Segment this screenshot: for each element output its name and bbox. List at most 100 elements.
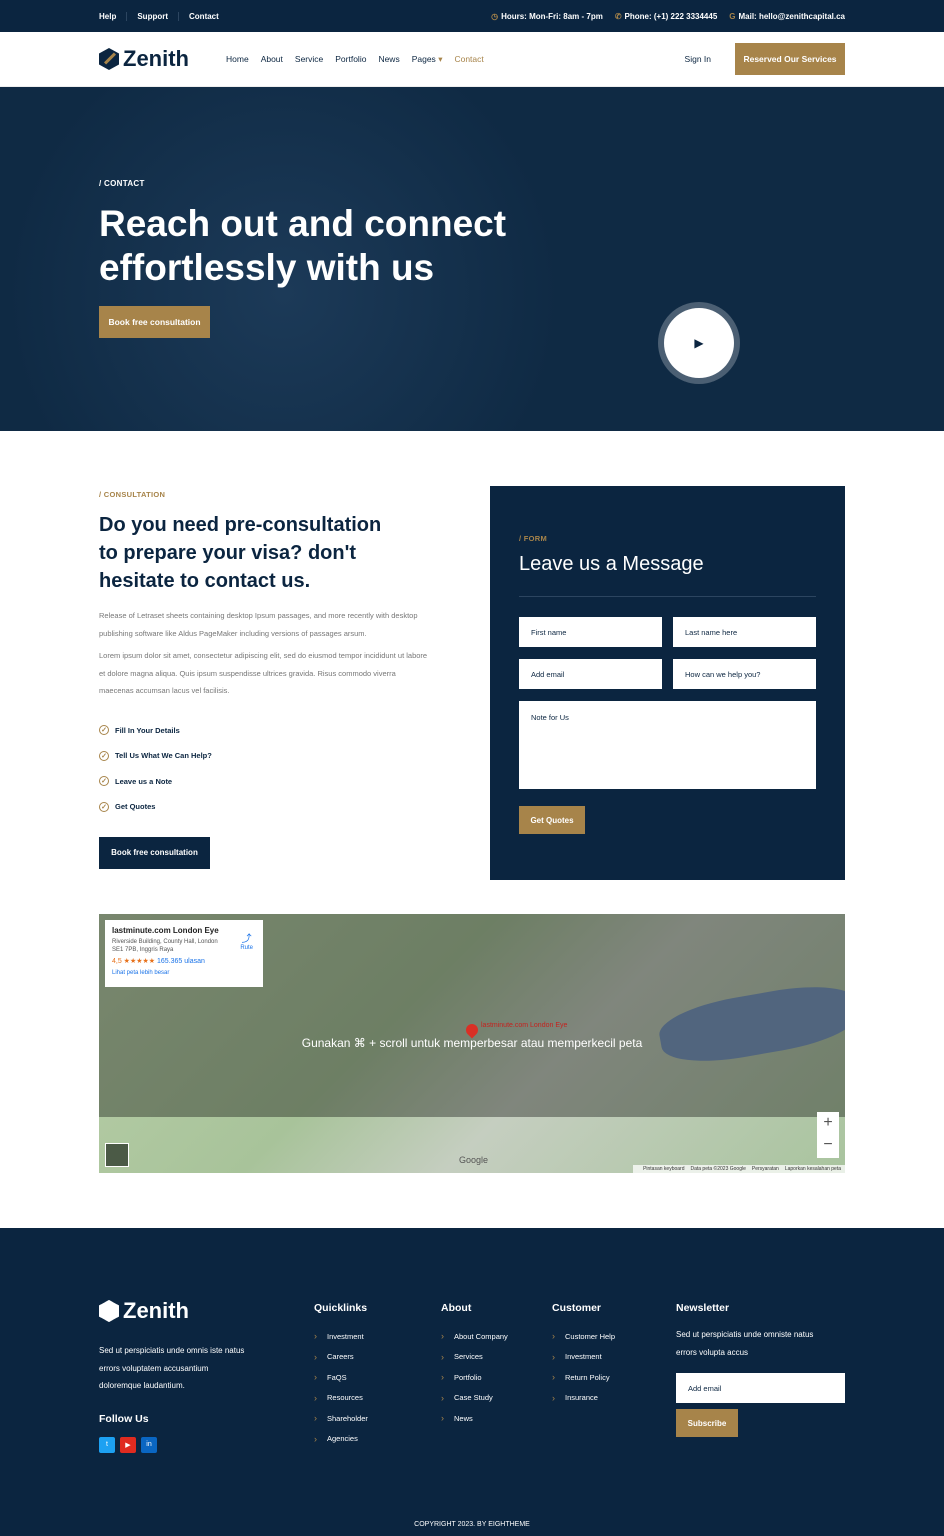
hours: ◷ Hours: Mon-Fri: 8am - 7pm — [491, 11, 603, 21]
get-quotes-button[interactable]: Get Quotes — [519, 806, 585, 834]
google-logo: Google — [459, 1155, 489, 1165]
hero-title: Reach out and connect effortlessly with … — [99, 203, 507, 288]
footer-link[interactable]: Customer Help — [552, 1326, 615, 1347]
sign-in-link[interactable]: Sign In — [685, 54, 711, 64]
logo-icon — [99, 1300, 119, 1322]
clock-icon: ◷ — [491, 11, 499, 21]
logo[interactable]: Zenith — [99, 46, 226, 72]
nav-about[interactable]: About — [261, 54, 283, 65]
section-tag: / CONSULTATION — [99, 490, 166, 499]
check-icon: ✓ — [99, 725, 109, 736]
mail: G Mail: hello@zenithcapital.ca — [729, 11, 845, 21]
larger-map-link[interactable]: Lihat peta lebih besar — [112, 970, 256, 976]
nav-portfolio[interactable]: Portfolio — [335, 54, 366, 65]
map[interactable]: lastminute.com London Eye Gunakan ⌘ + sc… — [99, 914, 845, 1173]
phone: ✆ Phone: (+1) 222 3334445 — [614, 11, 718, 21]
footer-link[interactable]: FaQS — [314, 1367, 368, 1388]
linkedin-icon[interactable]: in — [141, 1436, 157, 1453]
youtube-icon[interactable]: ▶ — [120, 1436, 136, 1453]
footer-link[interactable]: Careers — [314, 1347, 368, 1368]
footer-link[interactable]: Resources — [314, 1388, 368, 1409]
footer-link[interactable]: Insurance — [552, 1388, 615, 1409]
footer: Zenith Sed ut perspiciatis unde omnis is… — [0, 1228, 944, 1536]
paragraph: Release of Letraset sheets containing de… — [99, 611, 418, 638]
paragraph: Lorem ipsum dolor sit amet, consectetur … — [99, 651, 428, 695]
check-item: ✓ Leave us a Note — [99, 769, 429, 795]
nav-news[interactable]: News — [378, 54, 399, 65]
phone-icon: ✆ — [614, 11, 622, 21]
about-heading: About — [441, 1302, 472, 1314]
consultation-title: Do you need pre-consultation to prepare … — [99, 514, 382, 592]
nav-service[interactable]: Service — [295, 54, 323, 65]
directions-icon: ⤴ — [241, 934, 252, 945]
contact-link[interactable]: Contact — [178, 11, 229, 21]
last-name-input[interactable]: Last name here — [673, 617, 816, 647]
copyright: COPYRIGHT 2023. BY EIGHTHEME — [414, 1521, 530, 1528]
check-icon: ✓ — [99, 801, 109, 812]
footer-link[interactable]: Portfolio — [441, 1367, 508, 1388]
newsletter-heading: Newsletter — [676, 1302, 730, 1314]
newsletter-email-input[interactable]: Add email — [676, 1373, 845, 1403]
nav-pages[interactable]: Pages ▾ — [412, 54, 443, 65]
map-attribution: Pintasan keyboard Data peta ©2023 Google P… — [633, 1165, 845, 1173]
zoom-in-button[interactable]: + — [817, 1112, 839, 1134]
consult-button[interactable]: Book free consultation — [99, 836, 210, 869]
nav-home[interactable]: Home — [226, 54, 249, 65]
zoom-controls: + − — [817, 1112, 839, 1158]
twitter-icon[interactable]: t — [99, 1436, 115, 1453]
breadcrumb: / CONTACT — [99, 179, 145, 188]
rating: 4,5 ★★★★★ — [112, 958, 156, 965]
main-nav: Zenith Home About Service Portfolio News… — [0, 32, 944, 87]
newsletter-text: Sed ut perspiciatis unde omniste natus e… — [676, 1330, 814, 1357]
help-input[interactable]: How can we help you? — [673, 659, 816, 689]
note-textarea[interactable]: Note for Us — [519, 701, 816, 789]
place-card: lastminute.com London Eye Riverside Buil… — [105, 920, 263, 987]
quicklinks-heading: Quicklinks — [314, 1302, 368, 1314]
footer-link[interactable]: Investment — [552, 1347, 615, 1368]
map-data: Data peta ©2023 Google — [690, 1166, 746, 1172]
support-link[interactable]: Support — [126, 11, 179, 21]
footer-link[interactable]: Services — [441, 1347, 508, 1368]
directions-button[interactable]: ⤴ Rute — [240, 930, 253, 951]
check-item: ✓ Fill In Your Details — [99, 718, 429, 744]
check-item: ✓ Get Quotes — [99, 794, 429, 820]
footer-link[interactable]: About Company — [441, 1326, 508, 1347]
footer-about: Sed ut perspiciatis unde omnis iste natu… — [99, 1346, 245, 1390]
footer-link[interactable]: Agencies — [314, 1429, 368, 1450]
zoom-out-button[interactable]: − — [817, 1134, 839, 1156]
contact-form: / FORM Leave us a Message First name Las… — [490, 486, 845, 880]
play-icon: ▶ — [664, 308, 734, 378]
pin-label: lastminute.com London Eye — [481, 1022, 568, 1029]
map-overlay-message: Gunakan ⌘ + scroll untuk memperbesar ata… — [301, 1036, 643, 1050]
form-tag: / FORM — [519, 534, 548, 543]
footer-link[interactable]: Case Study — [441, 1388, 508, 1409]
top-bar: Help Support Contact ◷ Hours: Mon-Fri: 8am … — [0, 0, 944, 32]
first-name-input[interactable]: First name — [519, 617, 662, 647]
map-type-toggle[interactable] — [105, 1143, 129, 1167]
form-title: Leave us a Message — [519, 553, 816, 597]
subscribe-button[interactable]: Subscribe — [676, 1409, 738, 1437]
caret-down-icon: ▾ — [438, 53, 443, 64]
mail-icon: G — [729, 11, 736, 21]
footer-link[interactable]: News — [441, 1408, 508, 1429]
report-error-link[interactable]: Laporkan kesalahan peta — [785, 1166, 841, 1172]
check-icon: ✓ — [99, 776, 109, 787]
nav-contact[interactable]: Contact — [454, 54, 483, 65]
reserve-button[interactable]: Reserved Our Services — [735, 43, 845, 75]
footer-logo[interactable]: Zenith — [99, 1298, 249, 1324]
help-link[interactable]: Help — [99, 12, 126, 21]
email-input[interactable]: Add email — [519, 659, 662, 689]
consultation-section: / CONSULTATION Do you need pre-consultat… — [99, 490, 429, 869]
play-video-button[interactable]: ▶ — [658, 302, 740, 384]
reviews-link[interactable]: 165.365 ulasan — [157, 958, 205, 965]
keyboard-shortcuts[interactable]: Pintasan keyboard — [643, 1166, 684, 1172]
logo-icon — [99, 48, 119, 70]
footer-link[interactable]: Shareholder — [314, 1408, 368, 1429]
terms-link[interactable]: Persyaratan — [752, 1166, 779, 1172]
hero: / CONTACT Reach out and connect effortle… — [0, 87, 944, 431]
footer-link[interactable]: Return Policy — [552, 1367, 615, 1388]
hero-consult-button[interactable]: Book free consultation — [99, 306, 210, 338]
footer-link[interactable]: Investment — [314, 1326, 368, 1347]
check-item: ✓ Tell Us What We Can Help? — [99, 743, 429, 769]
place-address: Riverside Building, County Hall, London … — [112, 939, 218, 953]
